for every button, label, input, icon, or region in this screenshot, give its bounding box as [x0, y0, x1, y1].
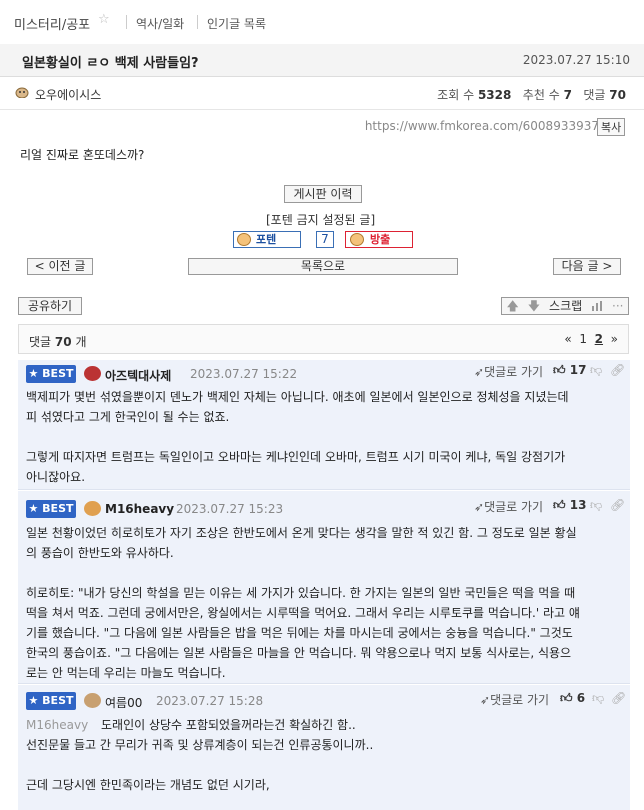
comment-date: 2023.07.27 15:22 [190, 367, 298, 381]
user-level-icon [15, 87, 29, 98]
divider [126, 15, 127, 29]
bang-face-icon [350, 233, 364, 246]
comment-date: 2023.07.27 15:28 [156, 694, 264, 708]
popular-list-link[interactable]: 인기글 목록 [207, 15, 266, 32]
user-level-icon [84, 501, 101, 516]
comment-item: ★ BEST M16heavy 2023.07.27 15:23 ➶댓글로 가기… [18, 491, 630, 684]
poten-button[interactable]: 포텐 [233, 231, 301, 248]
poten-count: 7 [316, 231, 334, 248]
comment-date: 2023.07.27 15:23 [176, 502, 284, 516]
divider [197, 15, 198, 29]
best-badge: ★ BEST [26, 692, 76, 710]
next-post-button[interactable]: 다음 글 > [553, 258, 621, 275]
dislike-icon[interactable]: 👎︎ [590, 363, 602, 378]
first-page-icon[interactable]: « [564, 332, 571, 346]
scrap-button[interactable]: 스크랩 [549, 298, 582, 314]
comment-author[interactable]: M16heavy [105, 502, 174, 516]
poten-banned-notice: [포텐 금지 설정된 글] [266, 213, 376, 227]
like-button[interactable]: 👍︎ 13 [553, 498, 586, 513]
post-title-bar: 일본황실이 ㄹㅇ 백제 사람들임? 2023.07.27 15:10 [0, 44, 644, 77]
best-badge: ★ BEST [26, 500, 76, 518]
comment-item: ★ BEST 여름00 2023.07.27 15:28 ➶댓글로 가기 👍︎ … [18, 685, 630, 810]
board-category-link[interactable]: 미스터리/공포 [14, 14, 90, 33]
prev-post-button[interactable]: < 이전 글 [27, 258, 93, 275]
copy-url-button[interactable]: 복사 [597, 118, 626, 136]
post-url[interactable]: https://www.fmkorea.com/6008933937 [365, 119, 599, 133]
comment-text: 백제피가 몇번 섞였을뿐이지 덴노가 백제인 자체는 아닙니다. 애초에 일본에… [26, 390, 569, 484]
list-button[interactable]: 목록으로 [188, 258, 458, 275]
comment-author[interactable]: 아즈텍대사제 [105, 367, 171, 384]
best-badge: ★ BEST [26, 365, 76, 383]
post-title[interactable]: 일본황실이 ㄹㅇ 백제 사람들임? [22, 52, 199, 71]
reply-link[interactable]: ➶댓글로 가기 [474, 498, 543, 515]
post-author-bar: 오우에이시스 조회 수 5328 추천 수 7 댓글 70 [0, 77, 644, 110]
dislike-icon[interactable]: 👎︎ [590, 498, 602, 513]
board-history-button[interactable]: 게시판 이력 [284, 185, 362, 203]
comment-item: ★ BEST 아즈텍대사제 2023.07.27 15:22 ➶댓글로 가기 👍… [18, 360, 630, 490]
link-icon[interactable]: 🔗︎ [610, 363, 625, 377]
comment-count: 댓글 70 개 [29, 335, 87, 349]
reply-link[interactable]: ➶댓글로 가기 [474, 363, 543, 380]
comment-text: 일본 천황이었던 히로히토가 자기 조상은 한반도에서 온게 맞다는 생각을 말… [26, 526, 580, 680]
post-stats: 조회 수 5328 추천 수 7 댓글 70 [437, 88, 626, 102]
like-button[interactable]: 👍︎ 6 [560, 691, 585, 706]
user-level-icon [84, 693, 101, 708]
page-1[interactable]: 1 [579, 332, 587, 346]
more-icon[interactable]: ··· [612, 298, 623, 314]
dislike-icon[interactable]: 👎︎ [592, 691, 604, 706]
page-2[interactable]: 2 [595, 332, 603, 346]
scrap-toolbar: 🡅 🡇 스크랩 ··· [501, 297, 629, 315]
like-button[interactable]: 👍︎ 17 [553, 363, 586, 378]
comment-pagination: « 1 2 » [564, 332, 618, 346]
link-icon[interactable]: 🔗︎ [611, 691, 626, 705]
user-level-icon [84, 366, 101, 381]
link-icon[interactable]: 🔗︎ [610, 498, 625, 512]
comment-author[interactable]: 여름00 [105, 694, 142, 711]
poten-face-icon [237, 233, 251, 246]
reply-link[interactable]: ➶댓글로 가기 [480, 691, 549, 708]
comment-count-bar: 댓글 70 개 « 1 2 » [18, 324, 629, 354]
scroll-down-icon[interactable]: 🡇 [528, 298, 540, 314]
post-date: 2023.07.27 15:10 [522, 53, 630, 67]
share-button[interactable]: 공유하기 [18, 297, 82, 315]
last-page-icon[interactable]: » [611, 332, 618, 346]
subcategory-link[interactable]: 역사/일화 [136, 15, 184, 32]
board-header: 미스터리/공포 ☆ 역사/일화 인기글 목록 [0, 0, 644, 45]
scroll-up-icon[interactable]: 🡅 [506, 298, 518, 314]
post-content: 리얼 진짜로 혼또데스까? [20, 148, 145, 162]
stats-icon[interactable] [591, 301, 603, 311]
post-author[interactable]: 오우에이시스 [35, 86, 101, 103]
favorite-star-icon[interactable]: ☆ [98, 12, 110, 27]
comment-text: 도래인이 상당수 포함되었을꺼라는건 확실하긴 함.. 선진문물 들고 간 무리… [26, 718, 374, 792]
bang-button[interactable]: 방출 [345, 231, 413, 248]
